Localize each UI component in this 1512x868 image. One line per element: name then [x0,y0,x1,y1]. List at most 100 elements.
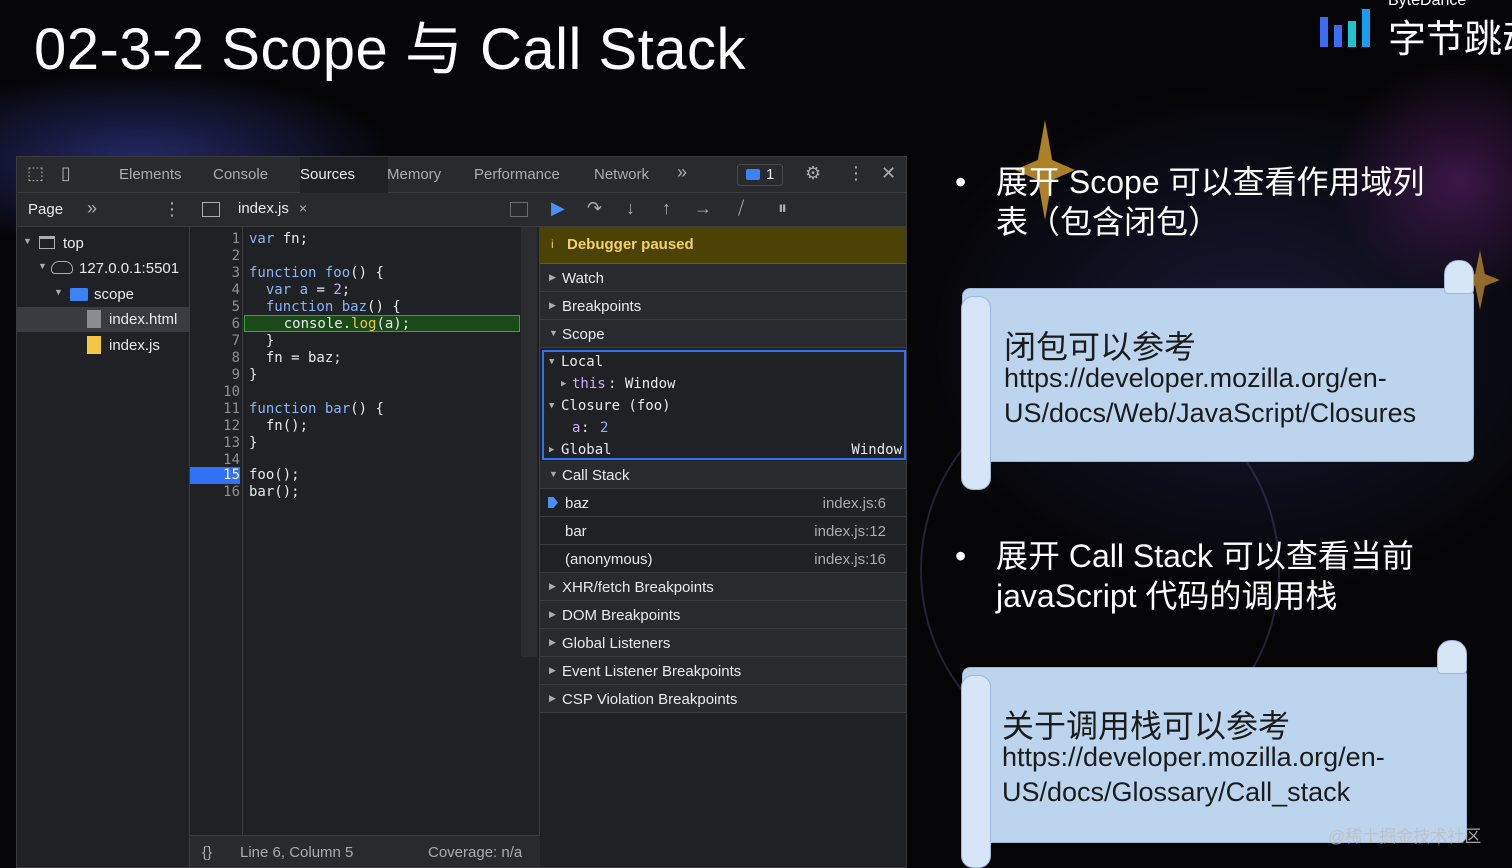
code-token: function [249,299,334,315]
code-token: 2 [333,282,342,298]
card-url[interactable]: https://developer.mozilla.org/en- [1004,361,1387,396]
kebab-menu-icon[interactable]: ⋮ [847,163,865,184]
tree-item-top[interactable]: ▼ top [17,231,190,256]
scope-closure[interactable]: ▼ Closure (foo) [544,396,904,418]
tab-performance[interactable]: Performance [474,166,560,183]
scope-this[interactable]: ▶ this : Window [544,374,904,396]
editor-scrollbar[interactable] [521,227,537,657]
tab-page[interactable]: Page [28,201,63,218]
tree-item-scope-folder[interactable]: ▼ scope [17,282,190,307]
card-url[interactable]: https://developer.mozilla.org/en- [1002,740,1385,775]
line-number[interactable]: 3 [190,265,240,282]
code-token: ; [341,282,351,298]
collapse-triangle-icon: ▼ [549,357,555,367]
line-number[interactable]: 6 [190,316,240,333]
section-event-listener-breakpoints[interactable]: ▶ Event Listener Breakpoints [540,657,906,685]
tab-console[interactable]: Console [213,166,268,183]
card-url[interactable]: US/docs/Web/JavaScript/Closures [1004,396,1416,431]
breakpoint-marker[interactable]: 15 [190,467,240,484]
step-icon[interactable]: → [694,198,712,219]
call-frame-bar[interactable]: bar index.js:12 [540,517,906,545]
expand-triangle-icon[interactable]: ▼ [38,261,47,271]
messages-badge[interactable]: 1 [737,164,783,186]
line-number[interactable]: 5 [190,299,240,316]
code-line: } [249,367,258,383]
line-number[interactable]: 9 [190,367,240,384]
scope-separator: : [581,420,590,436]
code-editor: index.js × 1 2 3 4 5 6 7 8 9 10 11 12 13… [190,193,540,867]
code-area[interactable]: 1 2 3 4 5 6 7 8 9 10 11 12 13 14 15 16 v… [190,227,540,835]
scope-local[interactable]: ▼ Local [544,352,904,374]
tree-item-index-html[interactable]: index.html [17,307,190,332]
devtools-tab-bar: ⬚ ▯ Elements Console Sources Memory Perf… [17,157,906,193]
settings-gear-icon[interactable]: ⚙ [805,163,821,184]
tab-elements[interactable]: Elements [119,166,182,183]
more-tabs-icon[interactable]: » [677,162,687,183]
expand-triangle-icon: ▶ [549,300,556,310]
line-number[interactable]: 12 [190,418,240,435]
resume-icon[interactable]: ▶ [551,198,565,219]
toggle-navigator-icon[interactable] [202,202,220,217]
editor-tab-bar: index.js × [190,193,540,227]
line-number[interactable]: 8 [190,350,240,367]
inspect-element-icon[interactable]: ⬚ [27,163,44,184]
pause-on-exceptions-icon[interactable]: ⏸ [778,198,787,219]
close-tab-icon[interactable]: × [299,200,307,216]
close-icon[interactable]: ✕ [881,163,896,184]
tree-item-index-js[interactable]: index.js [17,333,190,358]
section-scope[interactable]: ▼ Scope [540,320,906,348]
section-dom-breakpoints[interactable]: ▶ DOM Breakpoints [540,601,906,629]
line-number[interactable]: 1 [190,231,240,248]
tab-memory[interactable]: Memory [387,166,441,183]
deactivate-breakpoints-icon[interactable]: ⧸ [738,198,744,219]
step-over-icon[interactable]: ↷ [587,198,602,219]
scope-key: this [572,376,606,392]
line-number[interactable]: 7 [190,333,240,350]
card-url[interactable]: US/docs/Glossary/Call_stack [1002,775,1350,810]
expand-triangle-icon[interactable]: ▼ [23,236,32,246]
devtools-window: ⬚ ▯ Elements Console Sources Memory Perf… [16,156,907,868]
section-xhr-breakpoints[interactable]: ▶ XHR/fetch Breakpoints [540,573,906,601]
section-call-stack[interactable]: ▼ Call Stack [540,461,906,489]
step-out-icon[interactable]: ↑ [662,198,671,219]
line-number[interactable]: 4 [190,282,240,299]
line-number[interactable]: 13 [190,435,240,452]
line-number[interactable]: 2 [190,248,240,265]
section-csp-violation-breakpoints[interactable]: ▶ CSP Violation Breakpoints [540,685,906,713]
line-number-gutter[interactable]: 1 2 3 4 5 6 7 8 9 10 11 12 13 14 15 16 [190,227,243,835]
line-number[interactable]: 11 [190,401,240,418]
section-breakpoints[interactable]: ▶ Breakpoints [540,292,906,320]
toggle-debugger-icon[interactable] [510,202,528,217]
current-execution-line: console.log(a); [244,315,520,332]
pretty-print-button[interactable]: {} [202,844,212,861]
scroll-curl [1437,640,1467,674]
call-frame-baz[interactable]: baz index.js:6 [540,489,906,517]
tree-item-label: index.html [109,311,178,328]
line-number[interactable]: 16 [190,484,240,501]
line-number[interactable]: 10 [190,384,240,401]
code-line: } [249,333,275,349]
code-token: baz [333,299,368,315]
tab-network[interactable]: Network [594,166,649,183]
slide-title: 02-3-2 Scope 与 Call Stack [34,17,747,82]
scope-var-a[interactable]: a : 2 [544,418,904,440]
frame-location[interactable]: index.js:12 [814,523,886,540]
expand-triangle-icon[interactable]: ▼ [54,287,63,297]
step-into-icon[interactable]: ↓ [626,198,635,219]
frame-location[interactable]: index.js:16 [814,551,886,568]
section-watch[interactable]: ▶ Watch [540,264,906,292]
tree-item-host[interactable]: ▼ 127.0.0.1:5501 [17,256,190,281]
bullet-text: 表（包含闭包） [996,204,1221,240]
kebab-menu-icon[interactable]: ⋮ [163,199,181,220]
bullet-scope: • 展开 Scope 可以查看作用域列 表（包含闭包） [955,162,1475,242]
scope-global[interactable]: ▶ Global Window [544,440,904,462]
section-label: Global Listeners [562,635,671,652]
editor-tab-index-js[interactable]: index.js [238,200,289,217]
expand-triangle-icon: ▶ [549,637,556,647]
frame-location[interactable]: index.js:6 [823,495,886,512]
section-global-listeners[interactable]: ▶ Global Listeners [540,629,906,657]
tab-sources[interactable]: Sources [300,166,355,183]
more-tabs-icon[interactable]: » [87,198,97,219]
device-toolbar-icon[interactable]: ▯ [61,163,71,184]
call-frame-anonymous[interactable]: (anonymous) index.js:16 [540,545,906,573]
